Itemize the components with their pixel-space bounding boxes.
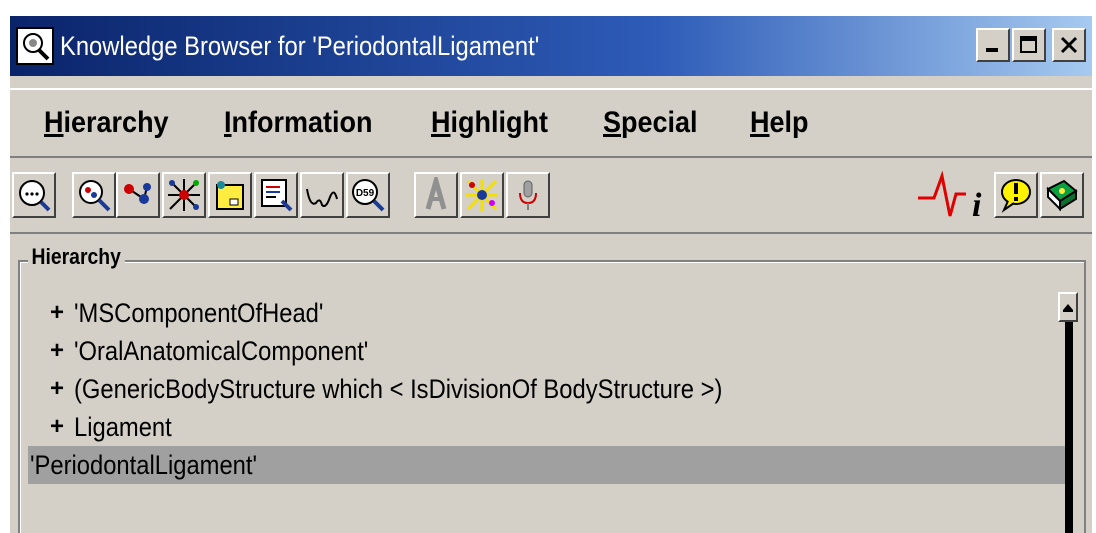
menu-highlight[interactable]: Highlight [431,106,548,140]
speech-bubble-search-button[interactable] [12,172,56,218]
microphone-button[interactable] [506,172,550,218]
expand-plus-icon[interactable]: + [50,337,66,365]
maximize-icon [1020,36,1037,53]
close-button[interactable] [1052,28,1086,62]
node-search-button[interactable] [72,172,116,218]
molecule-icon [124,183,151,204]
tree-row-generic-body-structure[interactable]: + (GenericBodyStructure which < IsDivisi… [14,370,1064,408]
arrow-up-icon [1063,304,1073,312]
hierarchy-tree: + 'MSComponentOfHead' + 'OralAnatomicalC… [14,294,1068,484]
scroll-up-button[interactable] [1058,292,1078,322]
app-magnifier-icon[interactable] [16,27,54,65]
explode-icon [466,179,498,211]
tree-row-label: 'OralAnatomicalComponent' [74,335,369,366]
network-button[interactable] [162,172,206,218]
book-icon [1046,179,1078,212]
speech-bubble-search-icon [19,180,51,212]
molecule-button[interactable] [116,172,160,218]
menu-bar: Hierarchy Information Highlight Special … [10,88,1092,158]
expand-plus-icon[interactable]: + [50,299,66,327]
menu-hierarchy[interactable]: Hierarchy [44,106,169,140]
menu-special[interactable]: Special [603,106,698,140]
tree-row-ligament[interactable]: + Ligament [14,408,1064,446]
svg-text:i: i [972,187,982,224]
link-icon [306,188,338,207]
tree-row-ms-component-of-head[interactable]: + 'MSComponentOfHead' [14,294,1064,332]
tree-row-label: 'MSComponentOfHead' [74,297,324,328]
knowledge-browser-window: Knowledge Browser for 'PeriodontalLigame… [10,16,1092,533]
minimize-button[interactable] [976,28,1010,62]
tree-row-label: (GenericBodyStructure which < IsDivision… [74,373,723,404]
network-icon [168,179,200,211]
tree-row-oral-anatomical-component[interactable]: + 'OralAnatomicalComponent' [14,332,1064,370]
letter-a-icon [425,177,447,210]
tree-row-periodontal-ligament-selected[interactable]: 'PeriodontalLigament' [28,446,1068,484]
title-bar[interactable]: Knowledge Browser for 'PeriodontalLigame… [10,16,1092,76]
explode-button[interactable] [460,172,504,218]
menu-information[interactable]: Information [224,106,373,140]
window-title: Knowledge Browser for 'PeriodontalLigame… [60,30,540,61]
tree-row-label: 'PeriodontalLigament' [30,449,258,480]
exclamation-bubble-icon [1001,179,1031,213]
expand-plus-icon[interactable]: + [50,375,66,403]
close-icon [1060,36,1078,54]
maximize-button[interactable] [1012,28,1046,62]
microphone-icon [519,180,537,210]
d59-search-button[interactable]: D59 [346,172,390,218]
d59-search-icon: D59 [352,179,385,212]
heartbeat-info-icon[interactable]: i [916,168,986,224]
scrollbar-track[interactable] [1065,322,1073,533]
link-button[interactable] [300,172,344,218]
book-button[interactable] [1040,172,1084,218]
letter-a-button[interactable] [414,172,458,218]
document-search-button[interactable] [254,172,298,218]
exclamation-bubble-button[interactable] [994,172,1038,218]
hierarchy-panel: Hierarchy + 'MSComponentOfHead' + 'OralA… [14,244,1086,533]
yellow-folder-button[interactable] [208,172,252,218]
minimize-icon [986,48,998,52]
toolbar: D59 i [10,162,1092,234]
svg-text:D59: D59 [356,188,375,199]
tree-row-label: Ligament [74,411,172,442]
hierarchy-group-title: Hierarchy [28,244,125,270]
yellow-folder-icon [216,181,244,210]
document-search-icon [261,179,293,212]
menu-help[interactable]: Help [750,106,809,140]
vertical-scrollbar[interactable] [1058,292,1080,533]
expand-plus-icon[interactable]: + [50,413,66,441]
node-search-icon [79,180,111,212]
